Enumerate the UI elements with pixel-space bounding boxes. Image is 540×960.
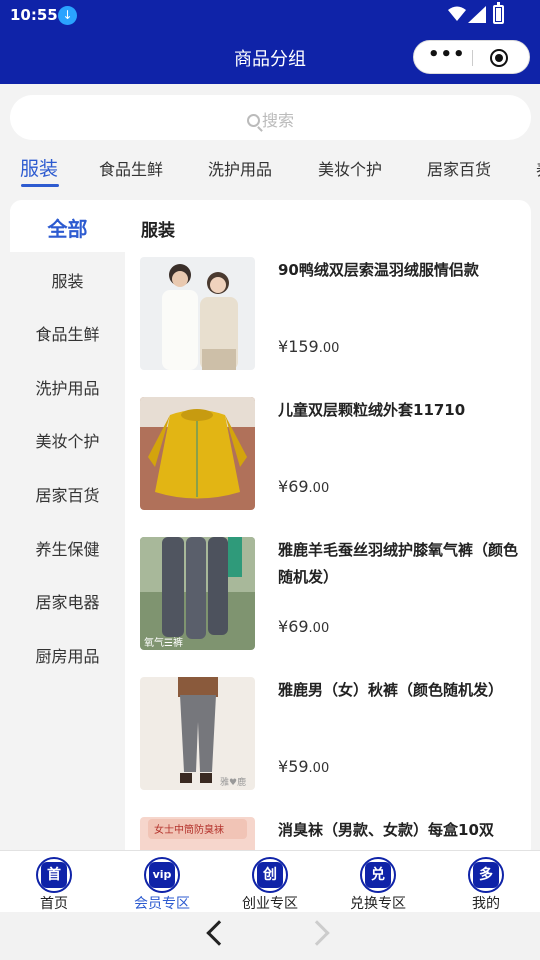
thermal-pants-photo-icon: 雅♥鹿 <box>140 677 255 790</box>
tab-health[interactable]: 养 <box>536 156 540 180</box>
sidebar-item-wash-care[interactable]: 洗护用品 <box>10 375 125 399</box>
system-nav-bar <box>0 912 540 960</box>
product-price: ¥69.00 <box>278 617 330 636</box>
tab-wash-care[interactable]: 洗护用品 <box>208 156 272 180</box>
profile-icon: 多 <box>468 857 504 893</box>
image-caption: 雅♥鹿 <box>220 776 246 788</box>
bottom-tabbar: 首 首页 vip 会员专区 创 创业专区 兑 兑换专区 多 我的 <box>0 850 540 912</box>
sidebar-item-beauty[interactable]: 美妆个护 <box>10 428 125 452</box>
product-card[interactable]: 90鸭绒双层索温羽绒服情侣款 ¥159.00 <box>140 257 520 372</box>
sidebar: 服装 食品生鲜 洗护用品 美妆个护 居家百货 养生保健 居家电器 厨房用品 <box>10 252 125 860</box>
back-arrow-icon[interactable] <box>206 920 232 946</box>
leggings-photo-icon: 氧气☰裤 <box>140 537 255 650</box>
product-name: 儿童双层颗粒绒外套11710 <box>278 401 466 419</box>
tab-startup[interactable]: 创 创业专区 <box>216 851 324 913</box>
image-caption: 女士中筒防臭袜 <box>154 823 224 836</box>
tab-fresh-food[interactable]: 食品生鲜 <box>99 156 163 180</box>
product-card[interactable]: 儿童双层颗粒绒外套11710 ¥69.00 <box>140 397 520 512</box>
tab-label: 我的 <box>472 896 500 912</box>
search-input[interactable]: 搜索 <box>10 95 531 140</box>
tab-household[interactable]: 居家百货 <box>427 156 491 180</box>
search-placeholder: 搜索 <box>261 111 294 130</box>
tab-vip[interactable]: vip 会员专区 <box>108 851 216 913</box>
product-price: ¥69.00 <box>278 477 330 496</box>
tab-label: 创业专区 <box>242 896 298 912</box>
tab-label: 会员专区 <box>134 896 190 912</box>
status-bar: 10:55 ↓ <box>0 0 540 32</box>
tab-mine[interactable]: 多 我的 <box>432 851 540 913</box>
sidebar-item-all[interactable]: 全部 <box>10 200 125 252</box>
home-icon: 首 <box>36 857 72 893</box>
product-name: 90鸭绒双层索温羽绒服情侣款 <box>278 261 479 279</box>
tab-exchange[interactable]: 兑 兑换专区 <box>324 851 432 913</box>
product-name: 雅鹿男（女）秋裤（颜色随机发） <box>278 681 504 699</box>
status-time: 10:55 <box>10 6 58 24</box>
product-price: ¥59.00 <box>278 757 330 776</box>
sidebar-all-label: 全部 <box>47 217 88 241</box>
signal-icon <box>468 6 486 23</box>
search-icon <box>246 114 260 127</box>
tab-label: 首页 <box>40 896 68 912</box>
sidebar-item-household[interactable]: 居家百货 <box>10 482 125 506</box>
sidebar-item-health[interactable]: 养生保健 <box>10 536 125 560</box>
wifi-icon <box>448 6 466 21</box>
product-price: ¥159.00 <box>278 337 340 356</box>
battery-icon <box>493 2 504 24</box>
tab-home[interactable]: 首 首页 <box>0 851 108 913</box>
tab-label: 兑换专区 <box>350 896 406 912</box>
product-name: 雅鹿羊毛蚕丝羽绒护膝氧气裤（颜色随机发） <box>278 541 519 586</box>
product-card[interactable]: 雅♥鹿 雅鹿男（女）秋裤（颜色随机发） ¥59.00 <box>140 677 520 792</box>
category-tabs: 服装 食品生鲜 洗护用品 美妆个护 居家百货 养 <box>0 148 540 190</box>
yellow-kids-jacket-photo-icon <box>140 397 255 510</box>
sidebar-item-appliances[interactable]: 居家电器 <box>10 589 125 613</box>
close-miniprogram-icon[interactable] <box>490 49 508 67</box>
section-title: 服装 <box>141 221 175 241</box>
sidebar-item-kitchen[interactable]: 厨房用品 <box>10 643 125 667</box>
more-icon[interactable]: ••• <box>428 44 466 65</box>
sidebar-item-clothing[interactable]: 服装 <box>10 268 125 292</box>
exchange-icon: 兑 <box>360 857 396 893</box>
couple-jackets-photo-icon <box>140 257 255 370</box>
forward-arrow-icon[interactable] <box>304 920 330 946</box>
image-caption: 氧气☰裤 <box>144 636 183 649</box>
active-tab-indicator <box>21 184 59 187</box>
tab-clothing[interactable]: 服装 <box>20 154 58 181</box>
product-name: 消臭袜（男款、女款）每盒10双 <box>278 821 494 839</box>
download-icon: ↓ <box>58 6 77 25</box>
nav-bar: 商品分组 ••• <box>0 32 540 84</box>
miniprogram-capsule: ••• <box>413 40 530 74</box>
tab-beauty[interactable]: 美妆个护 <box>318 156 382 180</box>
vip-icon: vip <box>144 857 180 893</box>
sidebar-item-fresh-food[interactable]: 食品生鲜 <box>10 321 125 345</box>
capsule-divider <box>472 50 473 66</box>
startup-icon: 创 <box>252 857 288 893</box>
product-card[interactable]: 氧气☰裤 雅鹿羊毛蚕丝羽绒护膝氧气裤（颜色随机发） ¥69.00 <box>140 537 520 652</box>
category-panel: 全部 服装 食品生鲜 洗护用品 美妆个护 居家百货 养生保健 居家电器 厨房用品… <box>10 200 531 860</box>
